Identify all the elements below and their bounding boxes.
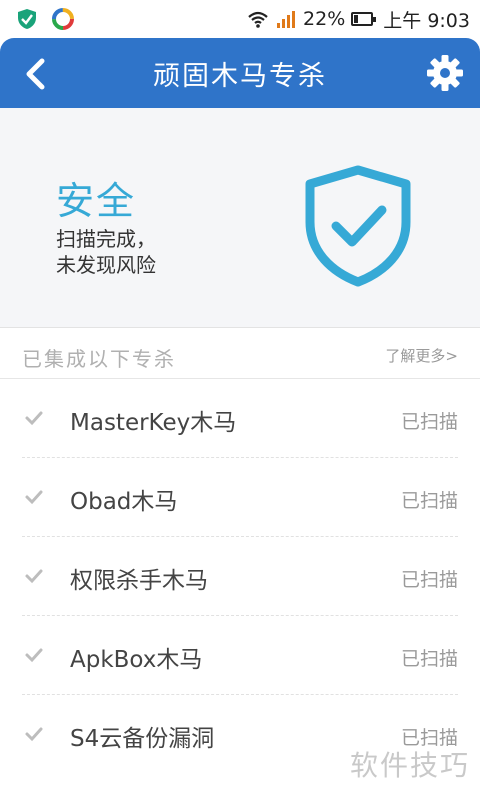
item-status: 已扫描 <box>400 411 458 433</box>
battery-icon <box>351 12 377 26</box>
item-name: Obad木马 <box>70 489 178 515</box>
list-item: ApkBox木马 已扫描 <box>22 616 458 695</box>
gear-icon <box>427 55 463 91</box>
learn-more-link[interactable]: 了解更多> <box>385 345 458 366</box>
back-button[interactable] <box>16 54 56 94</box>
check-icon <box>25 490 43 505</box>
clock: 上午 9:03 <box>383 9 470 32</box>
shield-check-icon <box>305 165 411 287</box>
item-status: 已扫描 <box>400 490 458 512</box>
status-bar: 22% 上午 9:03 <box>0 0 480 38</box>
signal-icon <box>277 11 296 28</box>
scanner-list: MasterKey木马 已扫描 Obad木马 已扫描 权限杀手木马 已扫描 Ap… <box>0 379 480 774</box>
scan-description: 扫描完成， 未发现风险 <box>56 226 156 278</box>
item-name: S4云备份漏洞 <box>70 726 215 752</box>
settings-button[interactable] <box>424 52 466 94</box>
check-icon <box>25 569 43 584</box>
item-name: MasterKey木马 <box>70 410 237 436</box>
watermark: 软件技巧 <box>349 749 470 782</box>
check-icon <box>25 648 43 663</box>
safety-status: 安全 <box>56 179 137 223</box>
check-icon <box>25 727 43 742</box>
battery-percent: 22% <box>303 8 346 30</box>
list-item: 权限杀手木马 已扫描 <box>22 537 458 616</box>
page-title: 顽固木马专杀 <box>153 60 327 92</box>
section-header: 已集成以下专杀 了解更多> <box>0 329 480 379</box>
check-icon <box>25 411 43 426</box>
colorful-app-icon <box>52 8 74 30</box>
item-status: 已扫描 <box>400 569 458 591</box>
list-item: Obad木马 已扫描 <box>22 458 458 537</box>
wifi-icon <box>248 11 268 28</box>
scan-description-line1: 扫描完成， <box>56 227 156 251</box>
scan-result-panel: 安全 扫描完成， 未发现风险 <box>0 108 480 328</box>
item-name: ApkBox木马 <box>70 647 203 673</box>
section-title: 已集成以下专杀 <box>22 347 176 371</box>
item-name: 权限杀手木马 <box>70 568 208 594</box>
chevron-left-icon <box>26 58 45 90</box>
list-item: MasterKey木马 已扫描 <box>22 379 458 458</box>
item-status: 已扫描 <box>400 648 458 670</box>
scan-description-line2: 未发现风险 <box>56 253 156 277</box>
app-bar: 顽固木马专杀 <box>0 38 480 108</box>
shield-app-icon <box>18 9 36 29</box>
